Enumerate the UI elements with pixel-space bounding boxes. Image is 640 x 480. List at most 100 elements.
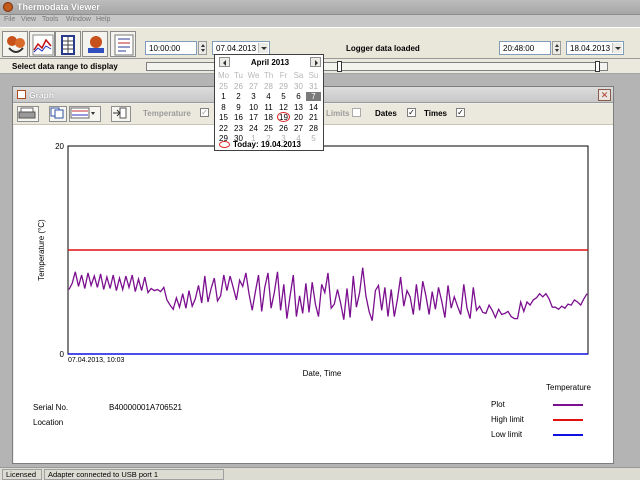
print-button[interactable] <box>17 106 39 122</box>
logger-status-text: Logger data loaded <box>346 44 420 53</box>
location-label: Location <box>33 418 64 427</box>
chart-view-button[interactable] <box>29 31 55 57</box>
close-icon[interactable]: ✕ <box>598 89 611 101</box>
calendar-day[interactable]: 19 <box>276 112 291 122</box>
graph-style-icon <box>70 107 95 119</box>
calendar-day[interactable]: 14 <box>306 103 321 112</box>
start-date-dropdown[interactable]: 07.04.2013 <box>212 41 270 55</box>
next-month-button[interactable] <box>310 57 321 67</box>
calendar-day[interactable]: 7 <box>306 92 321 101</box>
calendar-day[interactable]: 26 <box>276 124 291 133</box>
calendar-week-row: 8 9 10 11 12 13 14 <box>216 103 322 113</box>
calendar-day[interactable]: 5 <box>276 92 291 101</box>
end-time-spinner[interactable] <box>552 41 561 55</box>
calendar-day[interactable]: 28 <box>306 124 321 133</box>
calendar-day[interactable]: 17 <box>246 113 261 122</box>
calendar-day[interactable]: 1 <box>216 92 231 101</box>
chevron-down-icon[interactable] <box>258 43 268 53</box>
calendar-day[interactable]: 16 <box>231 113 246 122</box>
dates-option-label: Dates <box>375 109 397 118</box>
legend-high-limit-swatch <box>553 419 583 421</box>
calendar-day[interactable]: 13 <box>291 103 306 112</box>
calendar-day[interactable]: 28 <box>261 82 276 91</box>
calendar-day[interactable]: 15 <box>216 113 231 122</box>
x-axis-label: Date, Time <box>303 369 342 378</box>
calendar-day[interactable]: 3 <box>246 92 261 101</box>
menu-view[interactable]: View <box>21 16 36 23</box>
logger-connect-button[interactable] <box>2 31 28 57</box>
copy-icon <box>50 107 64 119</box>
calendar-day[interactable]: 27 <box>246 82 261 91</box>
calendar-day[interactable]: 25 <box>216 82 231 91</box>
weekday-label: We <box>247 71 260 80</box>
y-tick-label: 0 <box>60 350 65 359</box>
graph-style-dropdown[interactable] <box>69 106 101 122</box>
app-titlebar: Thermodata Viewer <box>0 0 640 15</box>
calendar-day[interactable]: 21 <box>306 113 321 122</box>
today-button[interactable]: Today: 19.04.2013 <box>233 140 301 149</box>
legend-high-limit-label: High limit <box>491 415 524 424</box>
calendar-day[interactable]: 12 <box>276 103 291 112</box>
chart-icon <box>32 34 54 56</box>
temperature-checkbox[interactable]: ✓ <box>200 108 209 117</box>
range-end-handle[interactable] <box>595 61 600 72</box>
menu-file[interactable]: File <box>4 16 15 23</box>
chevron-down-icon[interactable] <box>612 43 622 53</box>
exit-button[interactable] <box>111 106 131 122</box>
calendar-day[interactable]: 5 <box>306 134 321 143</box>
y-axis-label: Temperature (°C) <box>37 219 46 281</box>
calendar-day[interactable]: 23 <box>231 124 246 133</box>
app-logo-icon <box>3 2 13 12</box>
graph-title: Graph <box>29 90 55 100</box>
calendar-day[interactable]: 9 <box>231 103 246 112</box>
table-icon <box>61 35 75 55</box>
end-date-dropdown[interactable]: 18.04.2013 <box>566 41 624 55</box>
dates-checkbox[interactable]: ✓ <box>407 108 416 117</box>
calendar-day[interactable]: 4 <box>261 92 276 101</box>
calendar-day[interactable]: 2 <box>231 92 246 101</box>
calendar-week-row: 22 23 24 25 26 27 28 <box>216 124 322 134</box>
times-checkbox[interactable]: ✓ <box>456 108 465 117</box>
app-title: Thermodata Viewer <box>17 2 100 12</box>
calendar-day[interactable]: 24 <box>246 124 261 133</box>
weekday-label: Mo <box>217 71 230 80</box>
start-time-spinner[interactable] <box>198 41 207 55</box>
weekday-label: Su <box>308 71 319 80</box>
menu-tools[interactable]: Tools <box>42 16 58 23</box>
date-picker-popup[interactable]: April 2013 Mo Tu We Th Fr Sa Su 25 26 27 28 29 30 31 1… <box>214 54 324 151</box>
calendar-week-row: 1234567 <box>216 92 322 102</box>
menu-window[interactable]: Window <box>66 16 91 23</box>
serial-label: Serial No. <box>33 403 69 412</box>
calendar-day[interactable]: 30 <box>291 82 306 91</box>
copy-button[interactable] <box>49 106 67 122</box>
calendar-day[interactable]: 29 <box>276 82 291 91</box>
calendar-day[interactable]: 6 <box>291 92 306 101</box>
end-time-input[interactable]: 20:48:00 <box>499 41 551 55</box>
table-view-button[interactable] <box>55 31 81 57</box>
start-time-value: 10:00:00 <box>149 44 181 53</box>
logger-settings-button[interactable] <box>82 31 108 57</box>
calendar-day[interactable]: 27 <box>291 124 306 133</box>
calendar-day[interactable]: 22 <box>216 124 231 133</box>
limits-checkbox[interactable] <box>352 108 361 117</box>
range-start-handle[interactable] <box>337 61 342 72</box>
report-button[interactable] <box>110 31 136 57</box>
connection-status: Adapter connected to USB port 1 <box>44 469 224 480</box>
calendar-day[interactable]: 20 <box>291 113 306 122</box>
temperature-option-label: Temperature <box>143 109 191 118</box>
y-tick-label: 20 <box>55 142 64 151</box>
status-bar: Licensed Adapter connected to USB port 1 <box>0 467 640 480</box>
calendar-day[interactable]: 31 <box>306 82 321 91</box>
calendar-day[interactable]: 10 <box>246 103 261 112</box>
weekday-label: Sa <box>293 71 304 80</box>
calendar-day[interactable]: 11 <box>261 103 276 112</box>
calendar-day[interactable]: 25 <box>261 124 276 133</box>
today-marker-icon <box>277 112 290 122</box>
calendar-day[interactable]: 18 <box>261 113 276 122</box>
calendar-day[interactable]: 26 <box>231 82 246 91</box>
legend-low-limit-label: Low limit <box>491 430 523 439</box>
printer-icon <box>18 107 36 119</box>
menu-help[interactable]: Help <box>96 16 110 23</box>
calendar-day[interactable]: 8 <box>216 103 231 112</box>
start-time-input[interactable]: 10:00:00 <box>145 41 197 55</box>
